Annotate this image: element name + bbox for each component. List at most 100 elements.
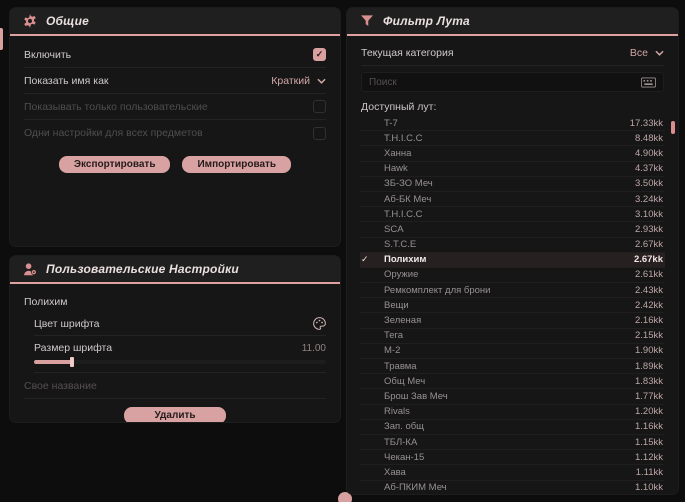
- list-item[interactable]: Травма 1.89kk: [360, 359, 665, 375]
- list-item[interactable]: Тега 2.15kk: [360, 329, 665, 344]
- list-item[interactable]: Зап. общ 1.16kk: [360, 420, 665, 435]
- list-item[interactable]: SCA 2.93kk: [360, 222, 665, 238]
- delete-row: Удалить: [10, 407, 340, 422]
- list-item[interactable]: Ремкомплект для брони 2.43kk: [360, 283, 665, 299]
- only-custom-row: Показывать только пользовательские: [24, 94, 326, 120]
- panel-title: Пользовательские Настройки: [46, 262, 239, 276]
- category-row: Текущая категория Все: [361, 40, 664, 66]
- list-item[interactable]: Хава 1.11kk: [360, 465, 665, 481]
- search-input[interactable]: [369, 76, 635, 88]
- screen: Общие Включить ✓ Показать имя как Кратки…: [0, 0, 685, 502]
- font-color-row: Цвет шрифта: [34, 312, 326, 336]
- list-item[interactable]: ЗБ-ЗО Меч 3.50kk: [360, 177, 665, 192]
- search-box: [361, 72, 664, 92]
- category-value: Все: [629, 46, 648, 59]
- custom-settings-panel-header: Пользовательские Настройки: [10, 256, 340, 282]
- list-item[interactable]: Аб-БК Меч 3.24kk: [360, 192, 665, 208]
- list-item[interactable]: Брош Зав Меч 1.77kk: [360, 389, 665, 405]
- item-value: 2.15kk: [635, 330, 663, 342]
- list-item[interactable]: T.H.I.C.C 8.48kk: [360, 131, 665, 147]
- export-button[interactable]: Экспортировать: [58, 156, 171, 173]
- single-settings-checkbox[interactable]: [313, 126, 326, 140]
- item-name: Аб-БК Меч: [384, 193, 432, 205]
- user-settings-icon: [23, 262, 37, 276]
- item-name: Тега: [384, 330, 404, 342]
- item-name: Ремкомплект для брони: [384, 284, 491, 296]
- list-item[interactable]: T.H.I.C.C 3.10kk: [360, 207, 665, 223]
- list-item[interactable]: Общ Меч 1.83kk: [360, 374, 665, 390]
- filter-icon: [360, 14, 374, 28]
- item-name: Зап. общ: [384, 421, 424, 433]
- panel-underline: [10, 34, 340, 36]
- general-panel: Общие Включить ✓ Показать имя как Кратки…: [10, 8, 340, 246]
- selected-item-name: Полихим: [24, 296, 68, 308]
- only-custom-checkbox[interactable]: [313, 100, 326, 113]
- item-name: Брош Зав Меч: [384, 390, 448, 402]
- available-loot-label: Доступный лут:: [361, 101, 437, 113]
- item-name: Полихим: [384, 254, 427, 266]
- item-name: S.T.C.E: [384, 239, 417, 251]
- list-item[interactable]: Hawk 4.37kk: [360, 162, 665, 177]
- item-value: 2.61kk: [635, 269, 663, 281]
- font-size-slider[interactable]: [34, 357, 326, 367]
- item-value: 1.11kk: [635, 466, 663, 478]
- name-mode-row: Показать имя как Краткий: [24, 68, 326, 94]
- item-name: Общ Меч: [384, 375, 426, 387]
- item-value: 4.37kk: [635, 163, 663, 175]
- list-item[interactable]: Зеленая 2.16kk: [360, 313, 665, 329]
- gear-icon: [23, 14, 37, 28]
- item-name: T-7: [384, 117, 398, 129]
- item-value: 1.83kk: [635, 375, 663, 387]
- list-item[interactable]: М-2 1.90kk: [360, 344, 665, 359]
- item-value: 2.67kk: [633, 254, 663, 266]
- list-item[interactable]: Аб-ПКИМ Меч 1.10kk: [360, 481, 665, 495]
- font-size-slider-handle[interactable]: [69, 357, 74, 367]
- enable-checkbox[interactable]: ✓: [313, 48, 326, 61]
- category-dropdown[interactable]: Все: [630, 47, 664, 59]
- list-item[interactable]: Rivals 1.20kk: [360, 405, 665, 420]
- item-name: Оружие: [384, 269, 419, 281]
- list-item[interactable]: S.T.C.E 2.67kk: [360, 238, 665, 253]
- item-name: Травма: [384, 360, 417, 372]
- name-mode-dropdown[interactable]: Краткий: [271, 75, 326, 87]
- font-color-label: Цвет шрифта: [34, 317, 100, 330]
- custom-settings-panel: Пользовательские Настройки Полихим Цвет …: [10, 256, 340, 422]
- item-value: 3.24kk: [635, 193, 663, 205]
- item-value: 2.42kk: [635, 299, 663, 311]
- loot-filter-panel-header: Фильтр Лута: [347, 8, 678, 34]
- loot-filter-panel: Фильтр Лута Текущая категория Все Доступ…: [347, 8, 678, 494]
- panel-title: Общие: [46, 14, 89, 28]
- keyboard-icon[interactable]: [641, 77, 656, 88]
- font-size-value: 11.00: [301, 342, 326, 354]
- category-label: Текущая категория: [361, 46, 454, 59]
- custom-name-input[interactable]: [24, 379, 326, 392]
- scrollbar-thumb[interactable]: [671, 121, 675, 134]
- item-value: 1.15kk: [635, 436, 663, 448]
- list-item[interactable]: T-7 17.33kk: [360, 116, 665, 132]
- only-custom-label: Показывать только пользовательские: [24, 100, 208, 113]
- item-name: ЗБ-ЗО Меч: [384, 178, 433, 190]
- item-name: T.H.I.C.C: [384, 132, 423, 144]
- list-item[interactable]: Оружие 2.61kk: [360, 268, 665, 284]
- item-value: 8.48kk: [635, 132, 663, 144]
- loot-list: T-7 17.33kk T.H.I.C.C 8.48kk Ханна 4.90kk Hawk…: [360, 116, 665, 494]
- check-icon: ✓: [361, 254, 369, 265]
- import-button[interactable]: Импортировать: [182, 156, 292, 173]
- palette-icon[interactable]: [313, 317, 326, 330]
- enable-label: Включить: [24, 48, 72, 61]
- export-import-row: Экспортировать Импортировать: [10, 156, 340, 173]
- item-name: Чекан-15: [384, 451, 425, 463]
- chevron-down-icon: [655, 50, 664, 56]
- item-value: 1.20kk: [635, 406, 663, 418]
- delete-button[interactable]: Удалить: [124, 407, 226, 422]
- item-value: 17.33kk: [629, 117, 663, 129]
- list-item[interactable]: Вещи 2.42kk: [360, 298, 665, 314]
- list-item[interactable]: ✓ Полихим 2.67kk: [360, 252, 665, 268]
- list-item[interactable]: Чекан-15 1.12kk: [360, 450, 665, 466]
- enable-row: Включить ✓: [24, 42, 326, 68]
- list-item[interactable]: Ханна 4.90kk: [360, 146, 665, 162]
- chevron-down-icon: [317, 78, 326, 84]
- item-name: Rivals: [384, 406, 410, 418]
- list-item[interactable]: ТБЛ-КА 1.15kk: [360, 435, 665, 451]
- item-value: 1.89kk: [635, 360, 663, 372]
